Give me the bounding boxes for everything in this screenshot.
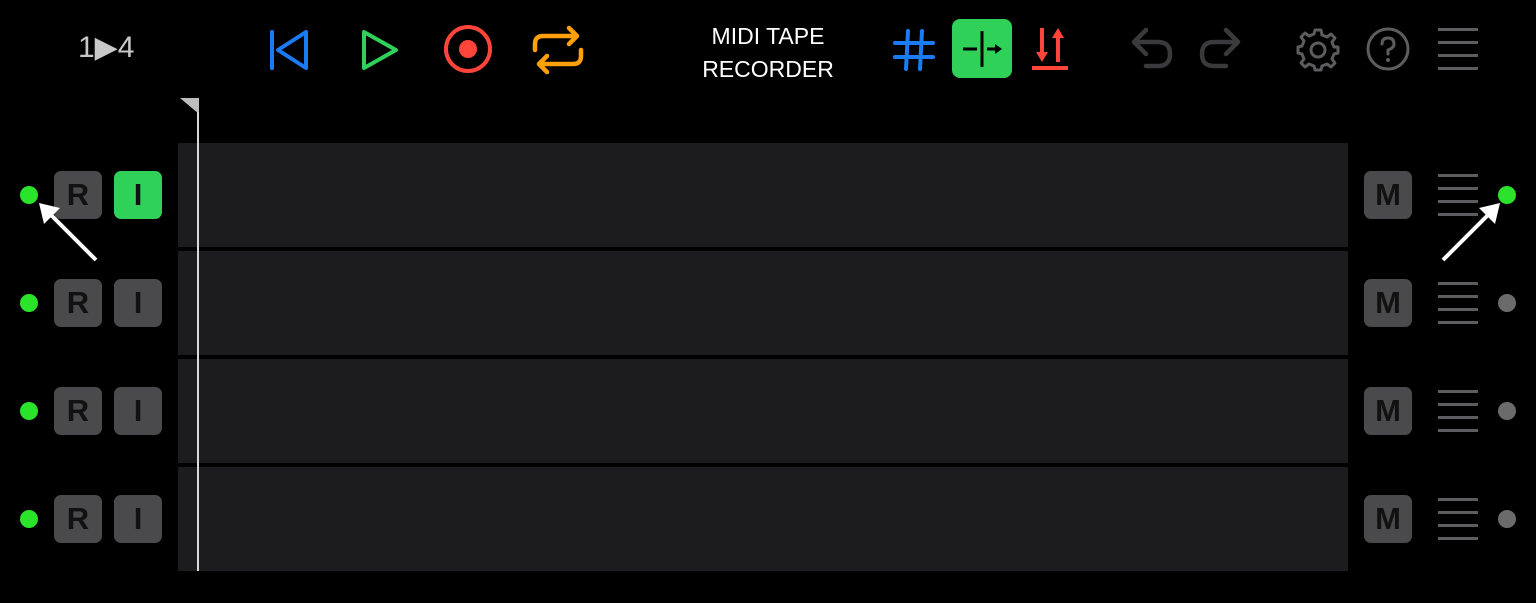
app-title-line1: MIDI TAPE bbox=[711, 23, 825, 49]
track-3-menu-icon[interactable] bbox=[1438, 390, 1480, 434]
playhead[interactable] bbox=[197, 112, 199, 571]
track-1-mute-button[interactable]: M bbox=[1364, 171, 1412, 219]
skip-to-start-icon[interactable] bbox=[262, 24, 314, 76]
track-3-record-button[interactable]: R bbox=[54, 387, 102, 435]
track-4-mute-button[interactable]: M bbox=[1364, 495, 1412, 543]
app-title: MIDI TAPE RECORDER bbox=[688, 20, 848, 86]
track-3-mute-button[interactable]: M bbox=[1364, 387, 1412, 435]
track-counter[interactable]: 1▶4 bbox=[78, 30, 134, 65]
gear-icon[interactable] bbox=[1293, 25, 1343, 75]
track-lane-2[interactable] bbox=[178, 251, 1348, 355]
track-2-input-button[interactable]: I bbox=[114, 279, 162, 327]
grid-icon[interactable] bbox=[890, 26, 938, 74]
track-2-mute-button[interactable]: M bbox=[1364, 279, 1412, 327]
track-4-menu-icon[interactable] bbox=[1438, 498, 1480, 542]
track-2-record-button[interactable]: R bbox=[54, 279, 102, 327]
track-3-input-button[interactable]: I bbox=[114, 387, 162, 435]
track-lane-3[interactable] bbox=[178, 359, 1348, 463]
annotation-arrow-right bbox=[1441, 203, 1500, 262]
app-title-line2: RECORDER bbox=[702, 56, 834, 82]
track-4-record-button[interactable]: R bbox=[54, 495, 102, 543]
track-3-input-led bbox=[20, 402, 38, 420]
track-4-input-led bbox=[20, 510, 38, 528]
redo-icon[interactable] bbox=[1194, 24, 1246, 74]
undo-icon[interactable] bbox=[1126, 24, 1178, 74]
play-icon[interactable] bbox=[352, 24, 404, 76]
track-2-input-led bbox=[20, 294, 38, 312]
track-1-input-button[interactable]: I bbox=[114, 171, 162, 219]
track-lane-1[interactable] bbox=[178, 143, 1348, 247]
track-lane-4[interactable] bbox=[178, 467, 1348, 571]
track-4-output-led bbox=[1498, 510, 1516, 528]
loop-icon[interactable] bbox=[529, 22, 587, 78]
help-icon[interactable] bbox=[1364, 25, 1412, 73]
track-2-output-led bbox=[1498, 294, 1516, 312]
record-icon[interactable] bbox=[441, 22, 495, 76]
track-2-menu-icon[interactable] bbox=[1438, 282, 1480, 326]
track-3-output-led bbox=[1498, 402, 1516, 420]
hamburger-menu-icon[interactable] bbox=[1438, 28, 1480, 72]
split-icon[interactable] bbox=[952, 19, 1012, 78]
annotation-arrow-left bbox=[39, 203, 98, 262]
track-4-input-button[interactable]: I bbox=[114, 495, 162, 543]
transpose-icon[interactable] bbox=[1028, 22, 1072, 74]
